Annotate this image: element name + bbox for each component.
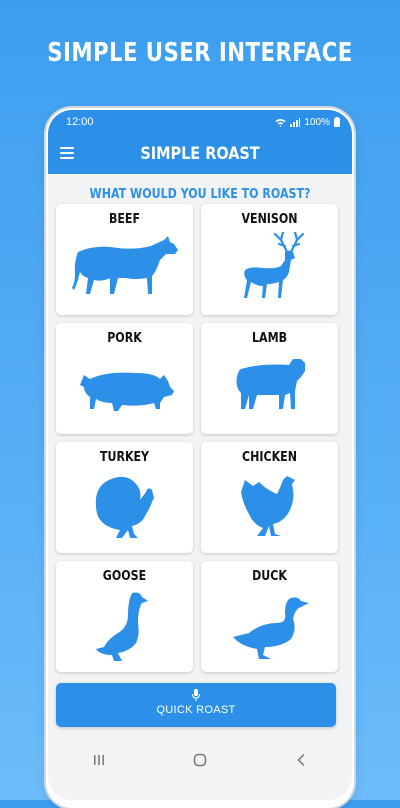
goose-silhouette-icon <box>96 592 148 661</box>
signal-icon <box>290 117 301 127</box>
microphone-icon <box>192 689 200 701</box>
meat-card-chicken[interactable]: CHICKEN <box>201 442 338 553</box>
cow-silhouette-icon <box>72 236 178 294</box>
battery-icon <box>334 117 340 127</box>
meat-label: PORK <box>107 331 142 346</box>
pig-silhouette-icon <box>80 372 174 411</box>
home-icon[interactable] <box>180 745 220 775</box>
meat-card-beef[interactable]: BEEF <box>56 204 193 315</box>
meat-card-goose[interactable]: GOOSE <box>56 561 193 672</box>
lamb-silhouette-icon <box>236 359 305 409</box>
deer-silhouette-icon <box>244 232 305 298</box>
back-icon[interactable] <box>281 745 321 775</box>
meat-card-duck[interactable]: DUCK <box>201 561 338 672</box>
app-title: SIMPLE ROAST <box>140 144 260 164</box>
status-time: 12:00 <box>66 116 94 128</box>
meat-card-venison[interactable]: VENISON <box>201 204 338 315</box>
phone-frame: 12:00 100% SIMPLE ROAST WHAT WOULD YOU L… <box>46 108 354 808</box>
meat-label: LAMB <box>251 331 288 346</box>
turkey-silhouette-icon <box>95 476 154 538</box>
chicken-silhouette-icon <box>241 476 295 536</box>
meat-card-turkey[interactable]: TURKEY <box>56 442 193 553</box>
meat-label: CHICKEN <box>242 450 297 465</box>
meat-label: VENISON <box>241 212 298 227</box>
system-nav-bar <box>48 740 352 780</box>
app-screen: 12:00 100% SIMPLE ROAST WHAT WOULD YOU L… <box>48 110 352 800</box>
status-icons: 100% <box>275 117 340 128</box>
meat-card-lamb[interactable]: LAMB <box>201 323 338 434</box>
quick-roast-label: QUICK ROAST <box>156 704 236 716</box>
wifi-icon <box>275 118 286 127</box>
quick-roast-button[interactable]: QUICK ROAST <box>56 683 336 727</box>
meat-label: TURKEY <box>99 450 150 465</box>
meat-label: BEEF <box>108 212 141 227</box>
recents-icon[interactable] <box>79 745 119 775</box>
status-bar: 12:00 100% <box>48 110 352 134</box>
meat-card-pork[interactable]: PORK <box>56 323 193 434</box>
meat-label: GOOSE <box>102 569 147 584</box>
meat-grid: BEEF VENISON PORK LAMB TURKEY CHICKEN GO… <box>56 204 338 672</box>
app-bar: SIMPLE ROAST <box>48 134 352 174</box>
promo-headline: SIMPLE USER INTERFACE <box>47 38 353 68</box>
battery-percent: 100% <box>304 116 330 128</box>
meat-label: DUCK <box>252 569 287 584</box>
roast-prompt: WHAT WOULD YOU LIKE TO ROAST? <box>89 187 311 202</box>
duck-silhouette-icon <box>233 597 309 659</box>
